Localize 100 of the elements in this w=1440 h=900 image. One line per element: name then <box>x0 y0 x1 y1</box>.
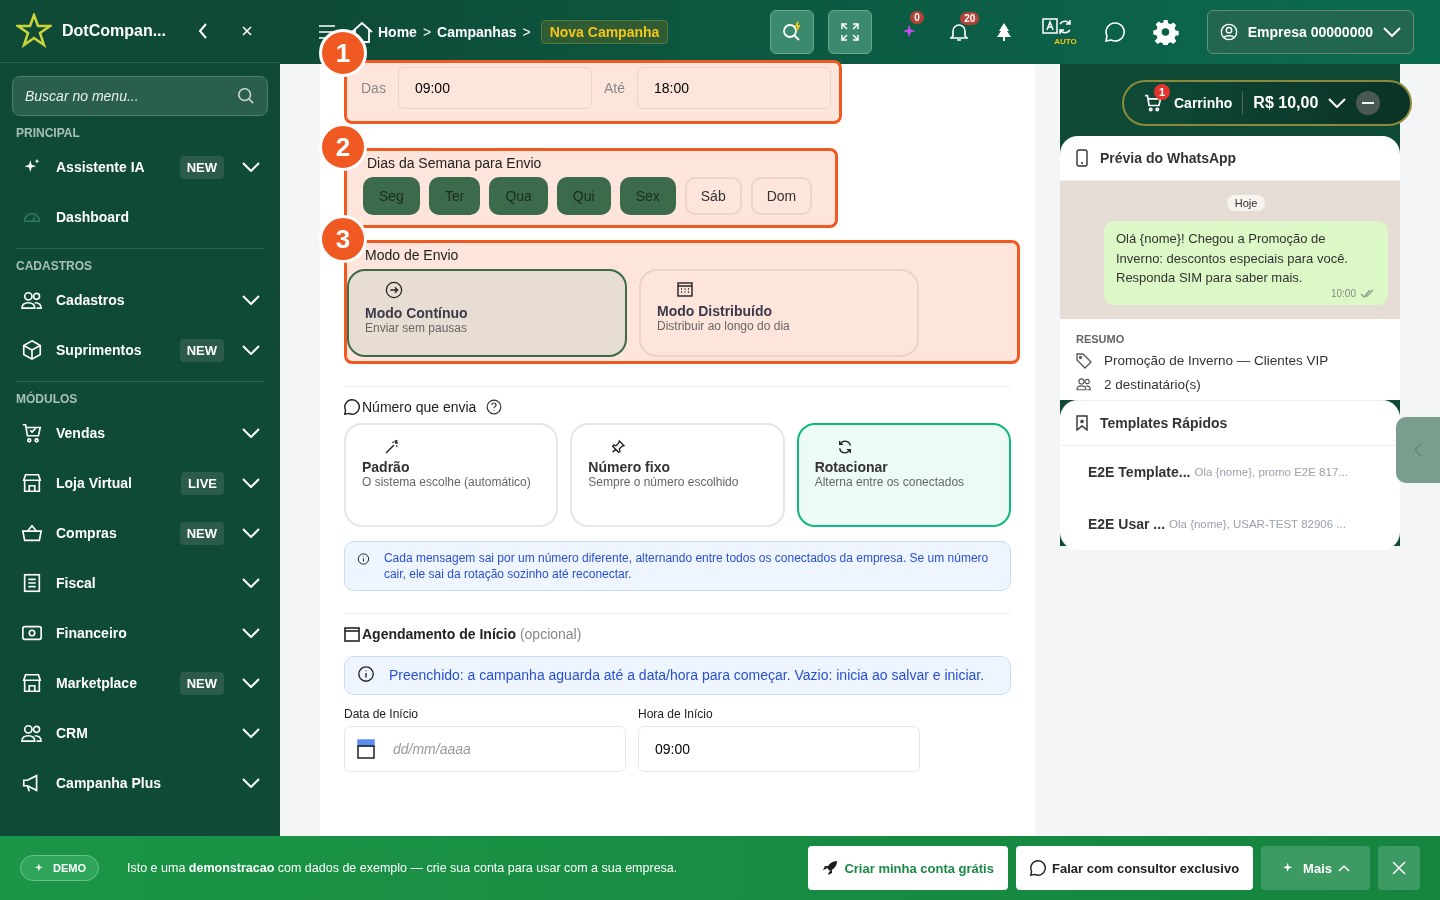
box-icon <box>21 339 43 361</box>
breadcrumb-separator: > <box>522 24 531 40</box>
section-title: MÓDULOS <box>16 392 79 406</box>
step-marker: 3 <box>319 215 367 263</box>
calendar-icon <box>344 626 360 643</box>
summary-title: RESUMO <box>1076 332 1126 345</box>
menu-item[interactable]: Cadastros <box>12 275 268 325</box>
menu-item[interactable]: Loja Virtual LIVE <box>12 458 268 508</box>
minus-circle-icon[interactable] <box>1356 91 1381 115</box>
help-icon[interactable] <box>486 399 503 415</box>
breadcrumb-link[interactable]: Home <box>378 24 417 40</box>
time-field[interactable]: 18:00 <box>636 67 831 109</box>
users-icon <box>21 290 43 310</box>
menu-item[interactable]: Vendas <box>12 408 268 458</box>
create-account-button[interactable]: Criar minha conta grátis <box>808 846 1008 890</box>
star-logo-icon <box>16 13 52 49</box>
chevron-down-icon <box>242 528 260 538</box>
section-title: Modo de Envio <box>364 247 460 263</box>
count-badge: 20 <box>960 12 980 25</box>
settings-icon[interactable] <box>1152 19 1179 45</box>
cart-icon <box>1144 94 1164 112</box>
phone-icon <box>1076 149 1088 167</box>
cart-button[interactable]: 1 Carrinho R$ 10,00 <box>1122 80 1412 126</box>
count-badge: 0 <box>910 11 924 24</box>
menu-badge: LIVE <box>181 471 224 495</box>
account-button[interactable]: Empresa 00000000 <box>1206 10 1414 54</box>
menu-item[interactable]: Dashboard <box>12 192 268 242</box>
user-circle-icon <box>1219 23 1238 41</box>
chevron-up-icon <box>1338 864 1350 872</box>
chevron-down-icon <box>1383 27 1401 37</box>
info-icon <box>357 665 375 684</box>
section-title: CADASTROS <box>16 259 93 273</box>
calendar-icon <box>677 281 693 297</box>
chevron-down-icon <box>242 628 260 638</box>
sender-option[interactable]: Rotacionar Alterna entre os conectados <box>796 423 1011 527</box>
weekday-toggle[interactable]: Dom <box>750 177 813 215</box>
weekday-toggle[interactable]: Sáb <box>684 177 742 215</box>
rotate-icon <box>836 439 853 455</box>
basket-icon <box>21 522 43 544</box>
time-field[interactable]: 09:00 <box>397 67 592 109</box>
section-title: Agendamento de Início (opcional) <box>362 626 582 643</box>
search-icon <box>237 87 255 105</box>
close-icon[interactable] <box>242 26 252 36</box>
more-button[interactable]: Mais <box>1261 846 1370 890</box>
template-item[interactable]: E2E Template... Ola {nome}, promo E2E 817... <box>1060 445 1400 498</box>
menu-item[interactable]: CRM <box>12 708 268 758</box>
banner-text: Isto e uma demonstracao com dados de exemplo — crie sua conta para usar com a sua empresa. <box>127 861 679 875</box>
wand-icon <box>384 439 400 455</box>
menu-item[interactable]: Campanha Plus <box>12 758 268 808</box>
cart-total: R$ 10,00 <box>1253 94 1319 112</box>
section-title: Dias da Semana para Envio <box>366 155 543 171</box>
chat-bubble-icon <box>344 399 360 415</box>
breadcrumb-link[interactable]: Campanhas <box>437 24 517 40</box>
menu-item[interactable]: Financeiro <box>12 608 268 658</box>
fullscreen-button[interactable] <box>828 10 873 54</box>
menu-search-field[interactable]: Buscar no menu... <box>12 76 268 116</box>
time-field[interactable]: 09:00 <box>638 725 920 772</box>
pine-tree-icon[interactable] <box>996 23 1013 41</box>
step-marker: 2 <box>319 123 367 171</box>
menu-item[interactable]: Suprimentos NEW <box>12 325 268 375</box>
menu-badge: NEW <box>179 155 224 179</box>
menu-badge: NEW <box>179 521 224 545</box>
section-title: PRINCIPAL <box>16 126 81 140</box>
collapse-icon[interactable] <box>198 23 208 39</box>
breadcrumb-separator: > <box>422 24 432 40</box>
field-label: Data de Início <box>344 706 420 721</box>
chevron-left-icon <box>1414 443 1422 457</box>
info-text: Cada mensagem sai por um número diferente, alternando entre todos os conectados da empresa. Se um número cair, ele sai da rotação sozinho até reconectar. <box>383 550 990 583</box>
bookmark-icon <box>1076 414 1088 431</box>
mode-option[interactable]: Modo Contínuo Enviar sem pausas <box>347 269 627 357</box>
breadcrumb-link[interactable]: Nova Campanha <box>540 20 669 44</box>
menu-item[interactable]: Compras NEW <box>12 508 268 558</box>
expand-icon <box>841 23 860 41</box>
sender-option[interactable]: Número fixo Sempre o número escolhido <box>570 423 785 527</box>
sender-option[interactable]: Padrão O sistema escolhe (automático) <box>344 423 559 527</box>
chevron-down-icon <box>1328 98 1347 108</box>
chevron-down-icon <box>242 578 260 588</box>
chevron-down-icon <box>242 778 260 788</box>
mode-option[interactable]: Modo Distribuído Distribuir ao longo do dia <box>639 269 919 357</box>
info-text: Preenchido: a campanha aguarda até a data/hora para começar. Vazio: inicia ao salvar e iniciar. <box>389 666 985 686</box>
template-item[interactable]: E2E Usar ... Ola {nome}, USAR-TEST 82906 ... <box>1060 497 1400 550</box>
bell-icon[interactable] <box>950 22 969 42</box>
menu-item[interactable]: Assistente IA NEW <box>12 142 268 192</box>
cart-label: Carrinho <box>1174 95 1233 111</box>
info-icon <box>357 550 370 568</box>
quick-search-button[interactable] <box>770 10 815 54</box>
chevron-down-icon <box>242 295 260 305</box>
calendar-icon <box>357 738 375 759</box>
menu-item[interactable]: Fiscal <box>12 558 268 608</box>
message-time: 10:00 <box>1330 287 1356 299</box>
consultant-button[interactable]: Falar com consultor exclusivo <box>1015 846 1254 890</box>
card-title: Prévia do WhatsApp <box>1100 150 1237 166</box>
chevron-down-icon <box>242 345 260 355</box>
store-icon <box>21 672 43 694</box>
rocket-icon <box>822 860 839 876</box>
receipt-icon <box>21 572 43 594</box>
section-title: Número que envia <box>362 399 477 415</box>
chat-bubble-icon[interactable] <box>1104 22 1125 42</box>
date-pill: Hoje <box>1226 195 1266 211</box>
menu-item[interactable]: Marketplace NEW <box>12 658 268 708</box>
